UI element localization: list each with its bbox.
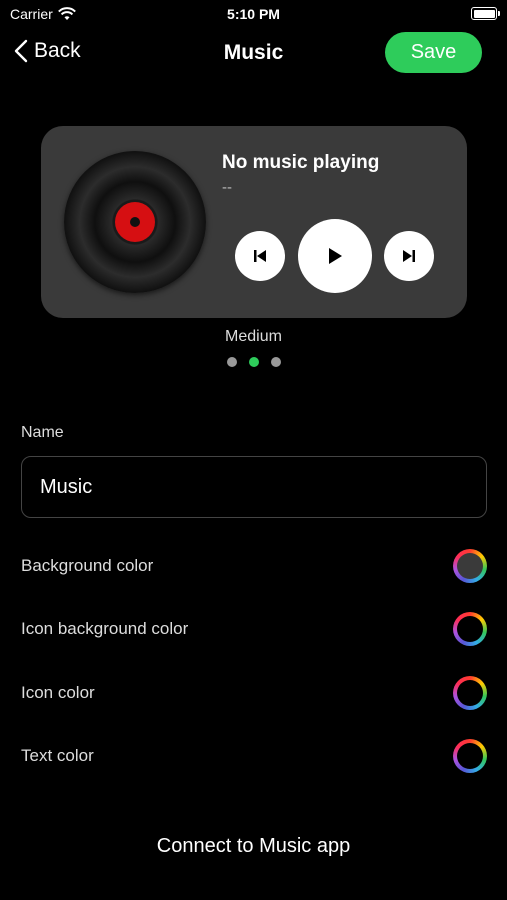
next-track-button[interactable]: [384, 231, 434, 281]
nav-bar: Back Music Save: [0, 30, 507, 76]
page-dot[interactable]: [248, 357, 259, 367]
name-label: Name: [21, 424, 64, 441]
text-color-label: Text color: [21, 746, 94, 765]
name-input[interactable]: [21, 456, 487, 518]
page-dot[interactable]: [270, 357, 281, 367]
track-artist: --: [222, 179, 232, 196]
color-wheel-icon[interactable]: [453, 739, 487, 773]
icon-color-row[interactable]: Icon color: [21, 673, 487, 713]
color-wheel-icon[interactable]: [453, 549, 487, 583]
chevron-left-icon: [14, 39, 28, 63]
save-button[interactable]: Save: [385, 32, 482, 73]
status-bar: Carrier 5:10 PM: [0, 0, 507, 28]
icon-background-color-label: Icon background color: [21, 619, 189, 638]
page-indicator[interactable]: [0, 357, 507, 367]
widget-size-label: Medium: [225, 328, 282, 345]
vinyl-record-icon: [64, 151, 206, 293]
music-widget-preview[interactable]: No music playing --: [41, 126, 467, 318]
play-icon: [329, 248, 342, 264]
battery-icon: [471, 7, 500, 20]
skip-back-icon: [254, 250, 266, 262]
background-color-row[interactable]: Background color: [21, 546, 487, 586]
previous-track-button[interactable]: [235, 231, 285, 281]
vinyl-hole: [130, 217, 140, 227]
status-time: 5:10 PM: [227, 6, 280, 22]
track-title: No music playing: [222, 152, 380, 173]
skip-forward-icon: [403, 250, 415, 262]
background-color-label: Background color: [21, 556, 154, 575]
icon-background-color-row[interactable]: Icon background color: [21, 609, 487, 649]
connect-music-app-button[interactable]: Connect to Music app: [0, 835, 507, 858]
color-wheel-icon[interactable]: [453, 612, 487, 646]
back-label: Back: [34, 39, 81, 62]
back-button[interactable]: Back: [14, 39, 81, 63]
icon-color-label: Icon color: [21, 683, 95, 702]
play-button[interactable]: [298, 219, 372, 293]
color-wheel-icon[interactable]: [453, 676, 487, 710]
page-dot[interactable]: [226, 357, 237, 367]
text-color-row[interactable]: Text color: [21, 736, 487, 776]
